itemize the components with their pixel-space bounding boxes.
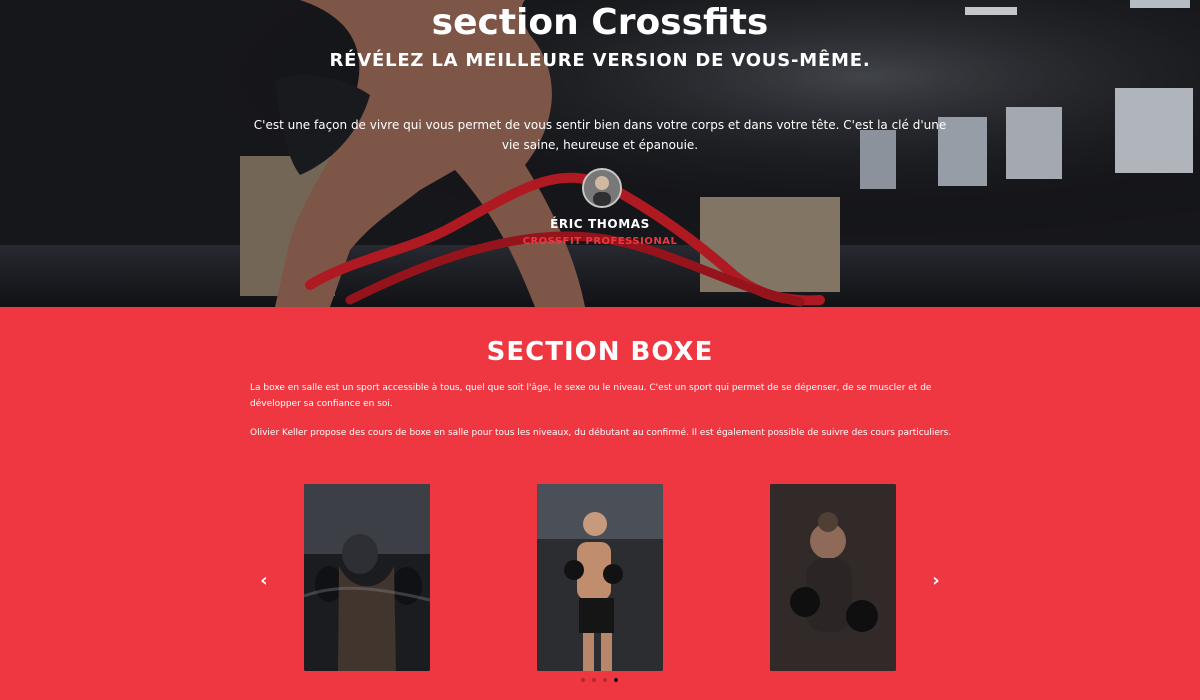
carousel-slide[interactable] bbox=[304, 484, 430, 671]
boxe-paragraph-2: Olivier Keller propose des cours de boxe… bbox=[250, 428, 952, 438]
carousel-prev-button[interactable]: ‹ bbox=[254, 569, 274, 593]
female-boxer-photo-icon bbox=[770, 484, 896, 671]
hero-title: section Crossfits bbox=[431, 2, 769, 43]
hero-description: C'est une façon de vivre qui vous permet… bbox=[253, 118, 947, 152]
boxe-paragraph-1: La boxe en salle est un sport accessible… bbox=[250, 383, 932, 409]
author-name: ÉRIC THOMAS bbox=[550, 217, 650, 231]
author-role: CROSSFIT PROFESSIONAL bbox=[522, 236, 678, 247]
chevron-right-icon: › bbox=[932, 570, 940, 591]
boxe-section: SECTION BOXE La boxe en salle est un spo… bbox=[0, 307, 1200, 700]
carousel-dot[interactable] bbox=[581, 678, 585, 682]
carousel-dot[interactable] bbox=[603, 678, 607, 682]
author-avatar bbox=[582, 168, 622, 208]
carousel-dot[interactable] bbox=[592, 678, 596, 682]
crossfit-hero-section: section Crossfits RÉVÉLEZ LA MEILLEURE V… bbox=[0, 0, 1200, 307]
section-title: SECTION BOXE bbox=[486, 337, 714, 367]
carousel-dot-active[interactable] bbox=[614, 678, 618, 682]
boxer-smoke-photo-icon bbox=[304, 484, 430, 671]
hero-subtitle: RÉVÉLEZ LA MEILLEURE VERSION DE VOUS-MÊM… bbox=[329, 50, 871, 71]
boxer-gym-photo-icon bbox=[537, 484, 663, 671]
carousel-next-button[interactable]: › bbox=[926, 569, 946, 593]
chevron-left-icon: ‹ bbox=[260, 570, 268, 591]
carousel-dots bbox=[581, 678, 618, 682]
carousel-slide[interactable] bbox=[770, 484, 896, 671]
carousel-slide[interactable] bbox=[537, 484, 663, 671]
author-avatar-photo-icon bbox=[584, 170, 620, 206]
